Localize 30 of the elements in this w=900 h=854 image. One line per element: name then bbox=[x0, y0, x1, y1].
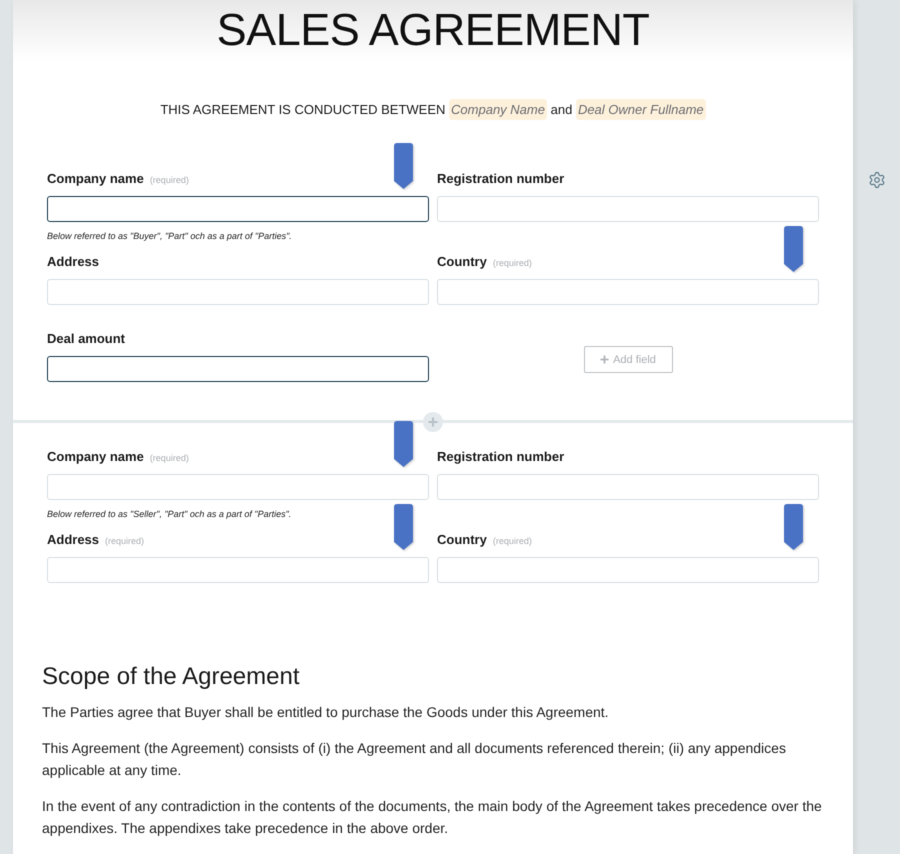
field-label: Registration number bbox=[437, 170, 564, 188]
field-note: Below referred to as "Seller", "Part" och as a part of "Parties". bbox=[47, 508, 292, 520]
required-hint: (required) bbox=[492, 257, 532, 270]
variable-field[interactable]: Company Name bbox=[449, 99, 547, 120]
field-label: Address bbox=[47, 531, 100, 549]
required-hint: (required) bbox=[492, 535, 532, 548]
field-label: Country bbox=[437, 531, 487, 549]
field-label: Address bbox=[47, 253, 100, 271]
document-title: SALES AGREEMENT bbox=[216, 3, 650, 57]
required-hint: (required) bbox=[150, 174, 189, 187]
required-hint: (required) bbox=[105, 535, 144, 548]
variable-field[interactable]: Deal Owner Fullname bbox=[576, 99, 706, 120]
required-hint: (required) bbox=[150, 452, 189, 465]
body-paragraph: This Agreement (the Agreement) consists of (i) the Agreement and all documents referenced therein; (ii) any appendices applicable at any time. bbox=[42, 738, 787, 780]
field-note: Below referred to as "Buyer", "Part" och as a part of "Parties". bbox=[47, 230, 293, 242]
field-label: Company name bbox=[47, 170, 144, 188]
add-section-button[interactable] bbox=[423, 412, 443, 432]
intro-sentence: THIS AGREEMENT IS CONDUCTED BETWEEN Company Name and Deal Owner Fullname bbox=[160, 99, 706, 121]
plus-icon bbox=[600, 355, 610, 364]
input-field[interactable] bbox=[47, 196, 429, 222]
field-label: Registration number bbox=[437, 448, 564, 466]
section-heading: Scope of the Agreement bbox=[42, 663, 301, 691]
input-field[interactable] bbox=[47, 356, 429, 382]
field-label: Country bbox=[437, 253, 487, 271]
body-paragraph: In the event of any contradiction in the contents of the documents, the main body of the Agreement takes precedence over the appendixes. The appendixes take precedence in the above order. bbox=[42, 796, 823, 838]
plus-icon bbox=[428, 416, 438, 426]
settings-icon[interactable] bbox=[868, 171, 886, 189]
field-label: Deal amount bbox=[47, 330, 126, 348]
body-paragraph: The Parties agree that Buyer shall be entitled to purchase the Goods under this Agreement. bbox=[42, 703, 610, 722]
field-label: Company name bbox=[47, 448, 144, 466]
